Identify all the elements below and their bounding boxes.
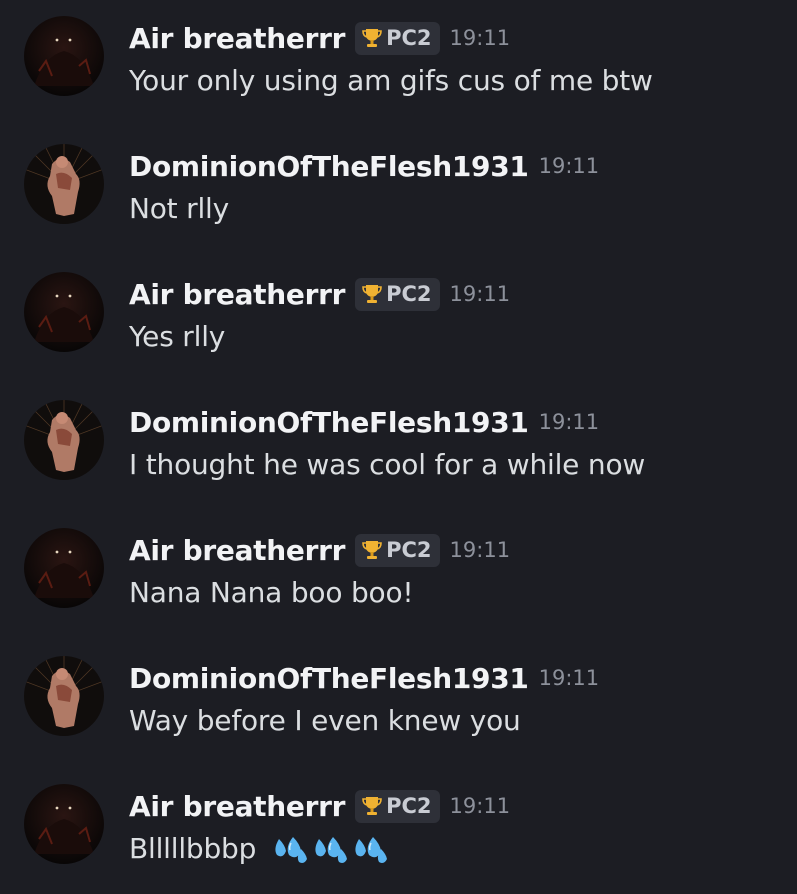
message-content: Not rlly: [129, 192, 229, 225]
message-item: Air breatherrr PC2 19:11 Nana Nana boo b…: [0, 512, 797, 622]
timestamp[interactable]: 19:11: [450, 26, 511, 50]
message-header: DominionOfTheFlesh1931 19:11: [129, 656, 599, 700]
message-content: Yes rlly: [129, 320, 226, 353]
username[interactable]: Air breatherrr: [129, 534, 345, 567]
emoji-group: [271, 833, 391, 867]
message-item: DominionOfTheFlesh1931 19:11 I thought h…: [0, 384, 797, 494]
timestamp[interactable]: 19:11: [450, 282, 511, 306]
message-header: DominionOfTheFlesh1931 19:11: [129, 144, 599, 188]
sweat-droplets-emoji[interactable]: [271, 833, 311, 867]
message-content: Your only using am gifs cus of me btw: [129, 64, 653, 97]
message-header: Air breatherrr PC2 19:11: [129, 272, 510, 316]
message-item: DominionOfTheFlesh1931 19:11 Way before …: [0, 640, 797, 750]
chat-message-list: Air breatherrr PC2 19:11 Your only using…: [0, 0, 797, 894]
guild-tag-label: PC2: [386, 538, 432, 562]
message-header: Air breatherrr PC2 19:11: [129, 784, 510, 828]
guild-tag[interactable]: PC2: [355, 277, 440, 311]
avatar[interactable]: [24, 656, 104, 736]
avatar[interactable]: [24, 144, 104, 224]
timestamp[interactable]: 19:11: [539, 154, 600, 178]
trophy-icon: [362, 539, 382, 561]
sweat-droplets-emoji[interactable]: [351, 833, 391, 867]
avatar[interactable]: [24, 272, 104, 352]
timestamp[interactable]: 19:11: [450, 538, 511, 562]
timestamp[interactable]: 19:11: [450, 794, 511, 818]
message-header: Air breatherrr PC2 19:11: [129, 16, 510, 60]
message-header: Air breatherrr PC2 19:11: [129, 528, 510, 572]
guild-tag-label: PC2: [386, 282, 432, 306]
trophy-icon: [362, 283, 382, 305]
avatar[interactable]: [24, 16, 104, 96]
timestamp[interactable]: 19:11: [539, 666, 600, 690]
guild-tag[interactable]: PC2: [355, 533, 440, 567]
username[interactable]: DominionOfTheFlesh1931: [129, 406, 529, 439]
guild-tag[interactable]: PC2: [355, 21, 440, 55]
guild-tag-label: PC2: [386, 794, 432, 818]
username[interactable]: DominionOfTheFlesh1931: [129, 150, 529, 183]
message-item: Air breatherrr PC2 19:11 Blllllbbbp: [0, 768, 797, 878]
message-item: Air breatherrr PC2 19:11 Yes rlly: [0, 256, 797, 366]
message-header: DominionOfTheFlesh1931 19:11: [129, 400, 599, 444]
message-content: Nana Nana boo boo!: [129, 576, 414, 609]
guild-tag[interactable]: PC2: [355, 789, 440, 823]
username[interactable]: Air breatherrr: [129, 790, 345, 823]
avatar[interactable]: [24, 400, 104, 480]
sweat-droplets-emoji[interactable]: [311, 833, 351, 867]
username[interactable]: DominionOfTheFlesh1931: [129, 662, 529, 695]
timestamp[interactable]: 19:11: [539, 410, 600, 434]
trophy-icon: [362, 795, 382, 817]
username[interactable]: Air breatherrr: [129, 22, 345, 55]
message-text: Blllllbbbp: [129, 832, 257, 865]
avatar[interactable]: [24, 784, 104, 864]
guild-tag-label: PC2: [386, 26, 432, 50]
message-item: Air breatherrr PC2 19:11 Your only using…: [0, 0, 797, 110]
username[interactable]: Air breatherrr: [129, 278, 345, 311]
message-content: Blllllbbbp: [129, 832, 391, 867]
message-item: DominionOfTheFlesh1931 19:11 Not rlly: [0, 128, 797, 238]
avatar[interactable]: [24, 528, 104, 608]
message-content: I thought he was cool for a while now: [129, 448, 646, 481]
trophy-icon: [362, 27, 382, 49]
message-content: Way before I even knew you: [129, 704, 521, 737]
